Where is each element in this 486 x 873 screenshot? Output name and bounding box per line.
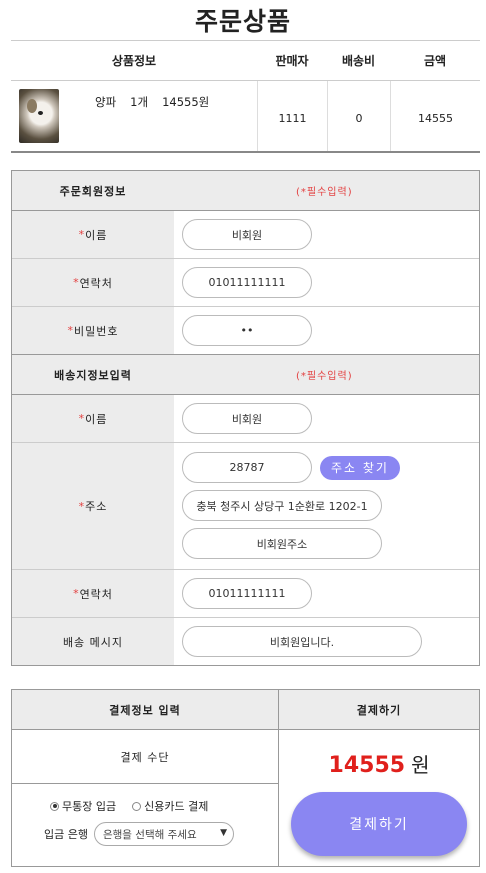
payment-section: 결제정보 입력 결제 수단 무통장 입금 신용카드 결제 입금 은행 은행을 선…: [11, 689, 480, 867]
credit-card-label[interactable]: 신용카드 결제: [144, 798, 208, 814]
payment-method-label: 결제 수단: [12, 730, 278, 784]
orderer-password-label: * 비밀번호: [12, 307, 174, 354]
orderer-password-row: * 비밀번호 ••: [12, 307, 479, 355]
shipping-address-label: * 주소: [12, 443, 174, 569]
product-thumbnail[interactable]: [19, 89, 59, 143]
bank-select[interactable]: 은행을 선택해 주세요 ▼: [93, 822, 234, 846]
seller-cell: 1111: [257, 81, 327, 151]
payment-info-header: 결제정보 입력: [12, 690, 278, 730]
payment-info-panel: 결제정보 입력 결제 수단 무통장 입금 신용카드 결제 입금 은행 은행을 선…: [12, 690, 279, 866]
page-title: 주문상품: [194, 7, 291, 36]
bank-transfer-label[interactable]: 무통장 입금: [62, 798, 116, 814]
bank-transfer-radio[interactable]: [50, 801, 59, 811]
payment-options: 무통장 입금 신용카드 결제 입금 은행 은행을 선택해 주세요 ▼: [12, 784, 278, 866]
orderer-section-title: 주문회원정보: [59, 184, 127, 198]
shipping-message-label: 배송 메시지: [12, 618, 174, 665]
orderer-name-row: * 이름 비회원: [12, 211, 479, 259]
shipping-phone-row: * 연락처 01011111111: [12, 570, 479, 618]
shipping-name-label: * 이름: [12, 395, 174, 442]
address-line2-input[interactable]: 비회원주소: [182, 528, 382, 559]
product-table: 상품정보 판매자 배송비 금액 양파 1개 14555원 1111 0 14555: [11, 40, 480, 153]
payment-action-panel: 결제하기 14555 원 결제하기: [279, 690, 479, 866]
product-summary: 양파 1개 14555원: [95, 94, 223, 110]
shipping-address-row: * 주소 28787 주소 찾기 충북 청주시 상당구 1순환로 1202-1 비…: [12, 443, 479, 570]
product-name[interactable]: 양파: [95, 95, 116, 109]
shipping-required-note: (*필수입력): [296, 371, 353, 382]
shipping-message-input[interactable]: 비회원입니다.: [182, 626, 422, 657]
product-price: 14555원: [162, 95, 210, 109]
address-line1-input[interactable]: 충북 청주시 상당구 1순환로 1202-1: [182, 490, 382, 521]
orderer-phone-row: * 연락처 01011111111: [12, 259, 479, 307]
address-search-button[interactable]: 주소 찾기: [320, 455, 400, 480]
shipping-name-row: * 이름 비회원: [12, 395, 479, 443]
header-amount: 금액: [423, 54, 447, 68]
order-form: 주문회원정보 (*필수입력) * 이름 비회원 * 연락처 01011111111 …: [11, 170, 480, 666]
header-seller: 판매자: [275, 54, 309, 68]
shipping-message-row: 배송 메시지 비회원입니다.: [12, 618, 479, 665]
orderer-required-note: (*필수입력): [296, 187, 353, 198]
shipping-phone-input[interactable]: 01011111111: [182, 578, 312, 609]
zipcode-input[interactable]: 28787: [182, 452, 312, 483]
payment-action-header: 결제하기: [279, 690, 479, 730]
product-qty: 1개: [130, 95, 149, 109]
total-amount: 14555: [328, 753, 406, 778]
credit-card-radio[interactable]: [132, 801, 142, 811]
header-product-info: 상품정보: [111, 54, 157, 68]
orderer-phone-input[interactable]: 01011111111: [182, 267, 312, 298]
currency-label: 원: [411, 753, 430, 777]
header-shipping-fee: 배송비: [341, 54, 376, 68]
bank-label: 입금 은행: [44, 828, 88, 841]
orderer-name-label: * 이름: [12, 211, 174, 258]
product-table-header: 상품정보 판매자 배송비 금액: [11, 41, 480, 81]
pay-button[interactable]: 결제하기: [291, 792, 467, 856]
product-row: 양파 1개 14555원 1111 0 14555: [11, 81, 480, 153]
shipping-fee-cell: 0: [327, 81, 390, 151]
amount-cell: 14555: [390, 81, 480, 151]
bank-select-value: 은행을 선택해 주세요: [102, 828, 197, 841]
total-price: 14555 원: [279, 749, 479, 778]
orderer-password-input[interactable]: ••: [182, 315, 312, 346]
orderer-name-input[interactable]: 비회원: [182, 219, 312, 250]
product-info-cell: 양파 1개 14555원: [11, 81, 257, 151]
shipping-phone-label: * 연락처: [12, 570, 174, 617]
chevron-down-icon: ▼: [220, 828, 227, 838]
shipping-name-input[interactable]: 비회원: [182, 403, 312, 434]
shipping-section-header: 배송지정보입력 (*필수입력): [12, 355, 479, 395]
shipping-section-title: 배송지정보입력: [54, 368, 132, 382]
orderer-section-header: 주문회원정보 (*필수입력): [12, 171, 479, 211]
orderer-phone-label: * 연락처: [12, 259, 174, 306]
